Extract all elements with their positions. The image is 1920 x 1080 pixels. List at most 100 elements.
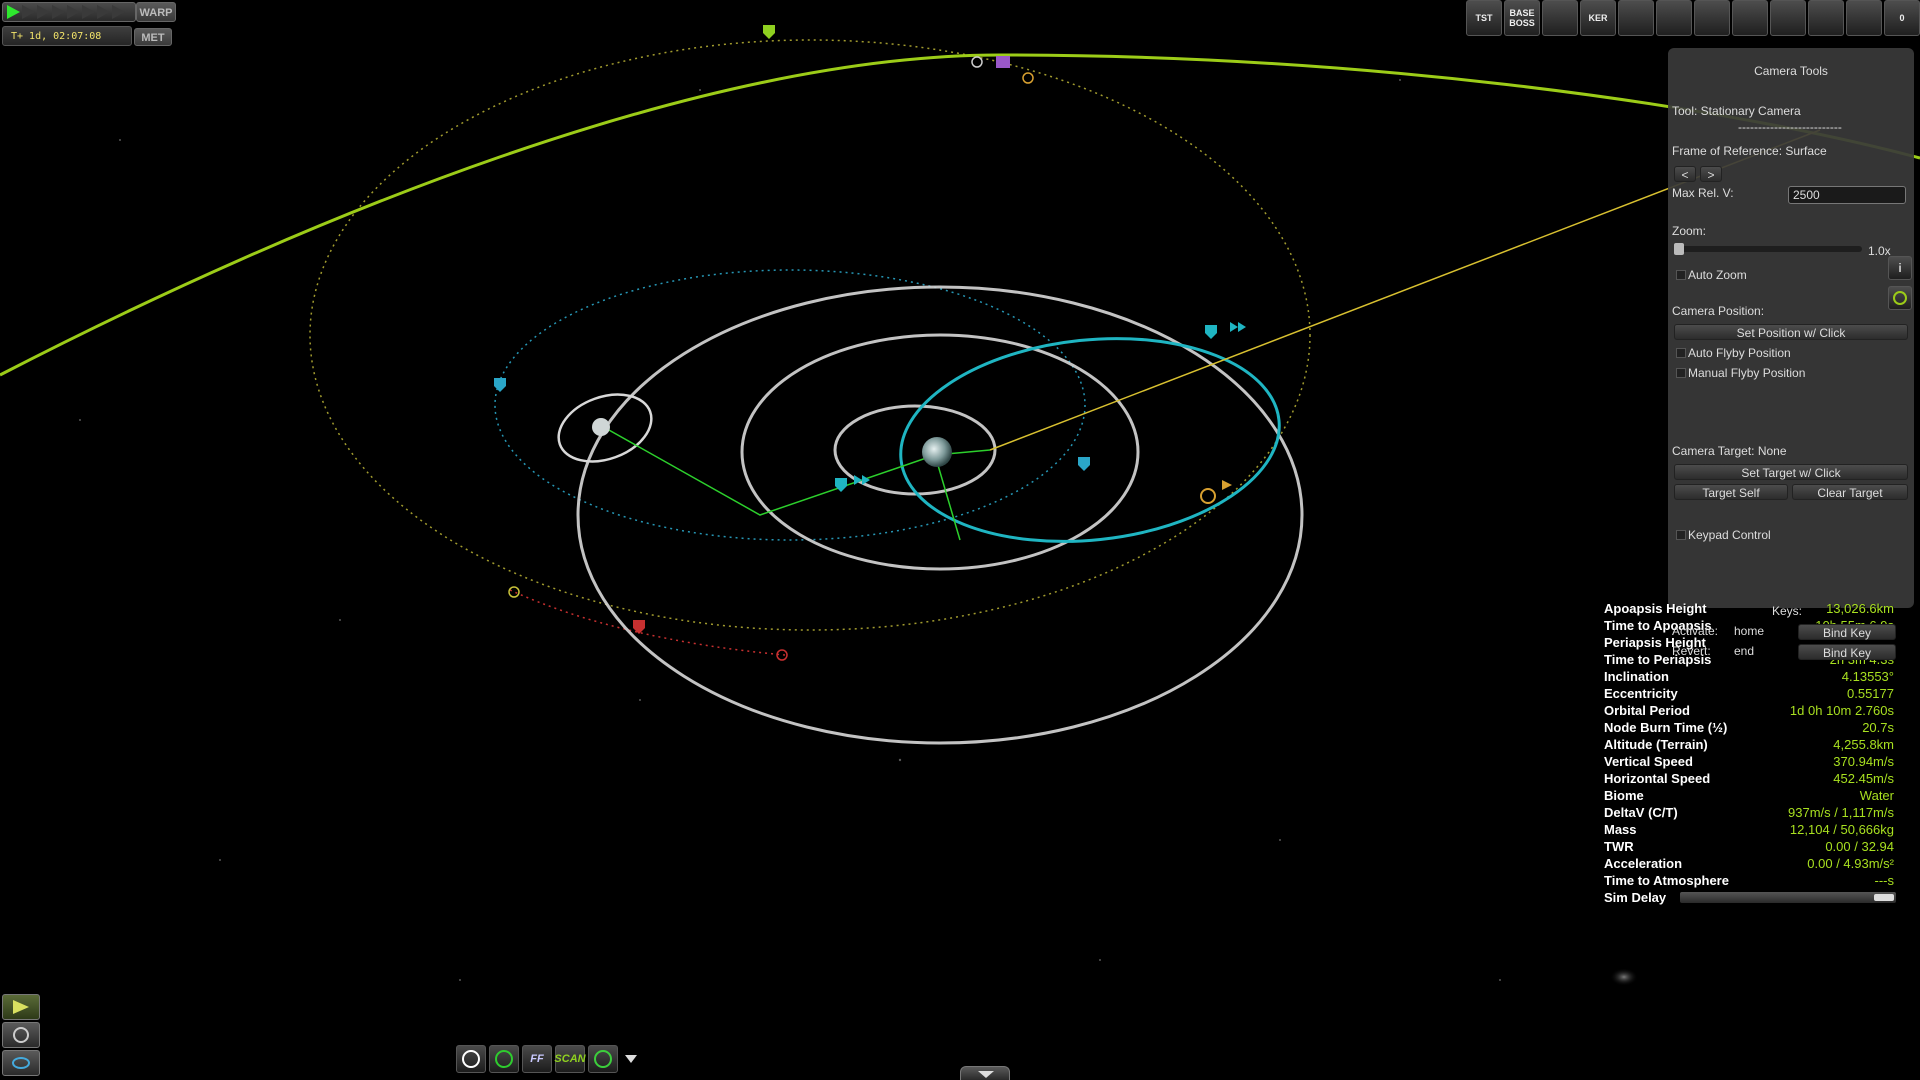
auto-zoom-checkbox[interactable] bbox=[1676, 270, 1686, 280]
planet-kerbin[interactable] bbox=[922, 437, 952, 467]
fuel-flame-button[interactable] bbox=[1846, 0, 1882, 36]
bottom-center-expand-tab[interactable] bbox=[960, 1066, 1010, 1080]
set-position-button[interactable]: Set Position w/ Click bbox=[1674, 324, 1908, 340]
flight-info-value: 20.7s bbox=[1862, 720, 1894, 735]
frame-prev-button[interactable]: < bbox=[1674, 166, 1696, 182]
max-rel-v-input[interactable] bbox=[1788, 186, 1906, 204]
ff-button[interactable]: FF bbox=[522, 1045, 552, 1073]
flight-info-value: 12,104 / 50,666kg bbox=[1789, 822, 1894, 837]
tool-label: Tool: Stationary Camera bbox=[1672, 104, 1801, 118]
bind-revert-key-button[interactable]: Bind Key bbox=[1798, 644, 1896, 660]
day-night-button[interactable] bbox=[456, 1045, 486, 1073]
flight-info-label: Acceleration bbox=[1604, 856, 1683, 871]
flight-info-row: Time to Atmosphere ---s bbox=[1604, 872, 1894, 889]
info-icon[interactable]: i bbox=[1888, 256, 1912, 280]
target-toggle-icon[interactable] bbox=[1888, 286, 1912, 310]
kerbal-space-transport-button[interactable]: TST bbox=[1466, 0, 1502, 36]
docking-mode-icon bbox=[13, 1027, 29, 1043]
flight-info-value: 452.45m/s bbox=[1833, 771, 1894, 786]
flight-info-row: Acceleration 0.00 / 4.93m/s² bbox=[1604, 855, 1894, 872]
auto-flyby-label: Auto Flyby Position bbox=[1688, 346, 1791, 360]
flight-info-row: Biome Water bbox=[1604, 787, 1894, 804]
flight-info-label: Biome bbox=[1604, 788, 1644, 803]
revert-key: end bbox=[1734, 644, 1755, 658]
keypad-control-checkbox[interactable] bbox=[1676, 530, 1686, 540]
map-pin-button[interactable] bbox=[1694, 0, 1730, 36]
warp-rate-arrow-icon[interactable] bbox=[52, 5, 65, 19]
tray-dropdown-icon[interactable] bbox=[625, 1055, 637, 1063]
map-mode-button[interactable] bbox=[2, 1050, 40, 1076]
warp-rate-arrow-icon[interactable] bbox=[22, 5, 35, 19]
staging-mode-button[interactable] bbox=[2, 994, 40, 1020]
dotted-orbit-red bbox=[509, 589, 786, 656]
cogs-button[interactable] bbox=[1770, 0, 1806, 36]
flight-info-label: Mass bbox=[1604, 822, 1637, 837]
flight-info-row: Altitude (Terrain) 4,255.8km bbox=[1604, 736, 1894, 753]
flight-info-label: Node Burn Time (½) bbox=[1604, 720, 1728, 735]
flight-info-row: Node Burn Time (½) 20.7s bbox=[1604, 719, 1894, 736]
warp-rate-arrow-icon[interactable] bbox=[37, 5, 50, 19]
frame-next-button[interactable]: > bbox=[1700, 166, 1722, 182]
flight-info-value: ---s bbox=[1874, 873, 1895, 888]
camera-position-label: Camera Position: bbox=[1672, 304, 1765, 318]
keys-label: Keys: bbox=[1772, 604, 1803, 618]
warp-rate-arrow-icon[interactable] bbox=[112, 5, 125, 19]
set-target-button[interactable]: Set Target w/ Click bbox=[1674, 464, 1908, 480]
sim-delay-thumb[interactable] bbox=[1874, 894, 1894, 901]
nodes-button[interactable] bbox=[1618, 0, 1654, 36]
met-toggle-button[interactable]: MET bbox=[134, 28, 172, 46]
caution-stripes-button[interactable] bbox=[1732, 0, 1768, 36]
kerbal-alarm-icon bbox=[594, 1050, 612, 1068]
satellite-relay-button[interactable] bbox=[489, 1045, 519, 1073]
revert-label: Revert: bbox=[1672, 644, 1711, 658]
docking-mode-button[interactable] bbox=[2, 1022, 40, 1048]
keypad-control-label: Keypad Control bbox=[1688, 528, 1771, 542]
base-boss-button[interactable]: BASE BOSS bbox=[1504, 0, 1540, 36]
antenna-signal-icon: 0 bbox=[1899, 13, 1905, 23]
scansat-button[interactable]: SCAN bbox=[554, 1045, 586, 1073]
manual-flyby-checkbox[interactable] bbox=[1676, 368, 1686, 378]
warp-rate-arrow-icon[interactable] bbox=[97, 5, 110, 19]
sim-delay-slider[interactable] bbox=[1680, 892, 1896, 903]
auto-flyby-checkbox[interactable] bbox=[1676, 348, 1686, 358]
kerbal-alarm-button[interactable] bbox=[588, 1045, 618, 1073]
max-rel-v-label: Max Rel. V: bbox=[1672, 186, 1734, 200]
target-self-button[interactable]: Target Self bbox=[1674, 484, 1788, 500]
warp-rate-bar[interactable] bbox=[2, 2, 136, 22]
warp-rate-arrow-icon[interactable] bbox=[82, 5, 95, 19]
satellite-relay-icon bbox=[495, 1050, 513, 1068]
satellite-button[interactable] bbox=[1542, 0, 1578, 36]
day-night-icon bbox=[462, 1050, 480, 1068]
flight-info-row: Eccentricity 0.55177 bbox=[1604, 685, 1894, 702]
flight-info-label: Time to Atmosphere bbox=[1604, 873, 1729, 888]
warp-rate-arrow-icon[interactable] bbox=[67, 5, 80, 19]
alarm-clock-button[interactable] bbox=[1656, 0, 1692, 36]
flight-info-label: Inclination bbox=[1604, 669, 1669, 684]
flight-info-label: Horizontal Speed bbox=[1604, 771, 1711, 786]
flight-info-label: DeltaV (C/T) bbox=[1604, 805, 1678, 820]
flight-info-label: Orbital Period bbox=[1604, 703, 1690, 718]
orbit-vessel-cyan[interactable] bbox=[891, 321, 1290, 560]
ff-icon: FF bbox=[530, 1053, 544, 1065]
flight-info-row: DeltaV (C/T) 937m/s / 1,117m/s bbox=[1604, 804, 1894, 821]
clear-target-button[interactable]: Clear Target bbox=[1792, 484, 1908, 500]
warp-rate-arrow-icon[interactable] bbox=[7, 5, 20, 19]
camera-tools-panel: Camera Tools Tool: Stationary Camera ---… bbox=[1668, 48, 1914, 608]
zoom-slider-track[interactable] bbox=[1674, 246, 1862, 252]
moon-mun[interactable] bbox=[592, 418, 610, 436]
bind-activate-key-button[interactable]: Bind Key bbox=[1798, 624, 1896, 640]
antenna-signal-button[interactable]: 0 bbox=[1884, 0, 1920, 36]
trajectory-green[interactable] bbox=[0, 53, 1920, 377]
flight-info-row: Sim Delay bbox=[1604, 889, 1896, 906]
time-warp-widget: WARP T+ 1d, 02:07:08 MET bbox=[0, 0, 178, 52]
flight-info-value: Water bbox=[1859, 788, 1894, 803]
activate-key: home bbox=[1734, 624, 1765, 638]
wrench-ker-button[interactable]: KER bbox=[1580, 0, 1616, 36]
keys-binding-overlay: Keys: Activate: home Bind Key Revert: en… bbox=[1668, 598, 1914, 662]
warp-label: WARP bbox=[136, 2, 176, 22]
zoom-slider-thumb[interactable] bbox=[1674, 243, 1684, 255]
map-view-scene[interactable] bbox=[0, 0, 1920, 1080]
mission-clock: T+ 1d, 02:07:08 bbox=[2, 26, 132, 46]
flight-info-row: TWR 0.00 / 32.94 bbox=[1604, 838, 1894, 855]
notebook-button[interactable] bbox=[1808, 0, 1844, 36]
